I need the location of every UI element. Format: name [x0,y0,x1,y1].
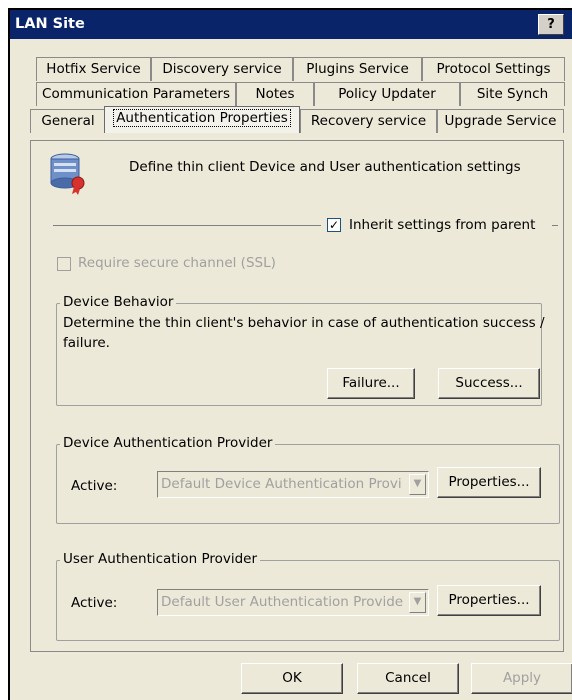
tab-label: Protocol Settings [436,61,551,77]
separator-line-end [552,225,558,226]
tab-label: Upgrade Service [444,113,557,129]
tab-label: Plugins Service [306,61,409,77]
apply-button[interactable]: Apply [471,663,572,694]
tab-label: Notes [255,86,295,102]
separator-line [53,225,321,226]
ssl-label: Require secure channel (SSL) [78,255,276,271]
dialog-window: LAN Site ? Hotfix Service Discovery serv… [8,8,572,700]
tab-authentication-properties[interactable]: Authentication Properties [104,106,300,133]
device-behavior-description-line1: Determine the thin client's behavior in … [63,315,545,331]
tab-upgrade-service[interactable]: Upgrade Service [437,109,564,133]
device-behavior-title: Device Behavior [60,294,177,310]
chevron-down-icon[interactable]: ▼ [409,474,426,495]
tab-plugins-service[interactable]: Plugins Service [293,57,422,81]
tab-communication-parameters[interactable]: Communication Parameters [36,82,236,106]
tab-hotfix-service[interactable]: Hotfix Service [36,57,151,81]
tab-notes[interactable]: Notes [236,82,314,106]
tab-label: Discovery service [162,61,282,77]
user-auth-title: User Authentication Provider [60,551,261,567]
user-auth-properties-button[interactable]: Properties... [437,585,541,616]
tab-discovery-service[interactable]: Discovery service [151,57,293,81]
tab-label: Authentication Properties [113,109,291,127]
failure-button[interactable]: Failure... [327,368,415,399]
cancel-button[interactable]: Cancel [357,663,459,694]
tab-recovery-service[interactable]: Recovery service [300,109,437,133]
tab-label: Site Synch [476,86,549,102]
chevron-down-icon[interactable]: ▼ [409,592,426,613]
tab-site-synch[interactable]: Site Synch [460,82,565,106]
device-auth-title: Device Authentication Provider [60,435,276,451]
ssl-checkbox[interactable] [57,257,71,271]
header-description: Define thin client Device and User authe… [129,159,521,175]
device-auth-active-label: Active: [71,478,118,494]
tab-policy-updater[interactable]: Policy Updater [314,82,460,106]
inherit-checkbox[interactable]: ✓ [327,218,341,232]
user-auth-active-label: Active: [71,595,118,611]
success-button[interactable]: Success... [438,368,540,399]
user-auth-provider-select[interactable]: Default User Authentication Provide ▼ [157,589,429,616]
inherit-label[interactable]: Inherit settings from parent [349,217,535,233]
device-behavior-description-line2: failure. [63,335,110,351]
tab-label: Recovery service [310,113,427,129]
server-certificate-icon [50,153,85,195]
ok-button[interactable]: OK [241,663,343,694]
device-auth-provider-select[interactable]: Default Device Authentication Provi ▼ [157,471,429,498]
tab-general[interactable]: General [30,109,106,133]
tab-label: Communication Parameters [42,86,230,102]
tab-protocol-settings[interactable]: Protocol Settings [422,57,565,81]
tab-label: Hotfix Service [46,61,141,77]
tab-label: Policy Updater [338,86,436,102]
title-bar[interactable]: LAN Site ? [10,10,572,39]
device-auth-provider-value: Default Device Authentication Provi [161,476,402,492]
help-button[interactable]: ? [538,14,564,35]
tab-panel: Define thin client Device and User authe… [30,140,564,652]
tab-label: General [41,113,95,129]
device-auth-properties-button[interactable]: Properties... [437,467,541,498]
window-title: LAN Site [15,16,85,32]
user-auth-provider-value: Default User Authentication Provide [161,594,404,610]
